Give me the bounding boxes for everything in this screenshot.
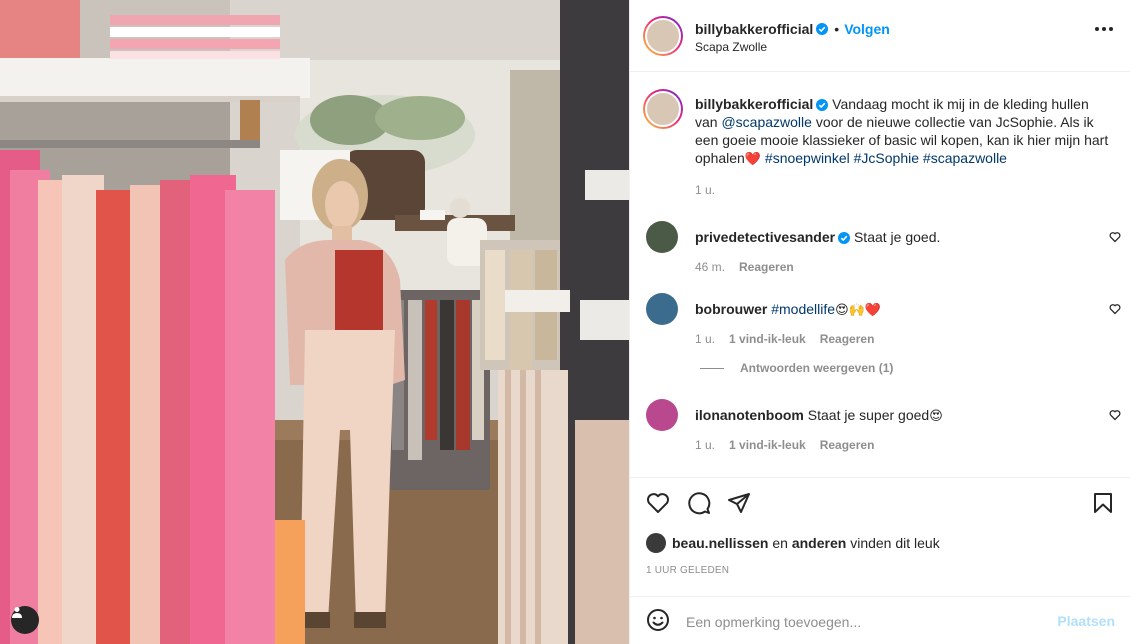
verified-badge-icon <box>816 23 829 35</box>
likes-suffix: vinden dit leuk <box>846 535 940 551</box>
likes-others-link[interactable]: anderen <box>792 535 846 551</box>
reply-button[interactable]: Reageren <box>820 438 875 452</box>
post-side-panel: billybakkerofficial • Volgen Scapa Zwoll… <box>629 0 1130 644</box>
heart-icon[interactable] <box>646 491 670 515</box>
bookmark-icon[interactable] <box>1091 491 1115 515</box>
comment-like-icon[interactable] <box>1109 303 1121 315</box>
replies-divider-line <box>700 367 724 369</box>
likes-connector: en <box>768 535 792 551</box>
verified-badge-icon <box>816 99 829 111</box>
comment-input[interactable] <box>686 611 1046 633</box>
comment-time[interactable]: 1 u. <box>695 438 715 452</box>
comment-body: Staat je goed. <box>853 229 941 245</box>
comment-body: Staat je super goed <box>807 407 930 423</box>
caption-text: billybakkerofficial Vandaag mocht ik mij… <box>695 95 1115 169</box>
store-photo-illustration <box>0 0 629 644</box>
commenter-avatar[interactable] <box>646 293 678 325</box>
comment-like-icon[interactable] <box>1109 409 1121 421</box>
separator-dot: • <box>834 21 840 37</box>
author-username[interactable]: billybakkerofficial <box>695 21 813 37</box>
hashtag-link[interactable]: #scapazwolle <box>923 150 1007 166</box>
caption-username[interactable]: billybakkerofficial <box>695 96 813 112</box>
follow-button[interactable]: Volgen <box>844 21 890 37</box>
view-replies-button[interactable]: Antwoorden weergeven (1) <box>700 361 893 375</box>
reply-button[interactable]: Reageren <box>739 260 794 274</box>
post-actions-bar <box>630 477 1130 529</box>
comment-likes-count[interactable]: 1 vind-ik-leuk <box>729 332 806 346</box>
hashtag-link[interactable]: #snoepwinkel <box>765 150 850 166</box>
reply-button[interactable]: Reageren <box>820 332 875 346</box>
comment-meta: 1 u. 1 vind-ik-leuk Reageren <box>695 332 874 346</box>
comment-text: ilonanotenboom Staat je super goed😍 <box>695 407 943 424</box>
post-header: billybakkerofficial • Volgen Scapa Zwoll… <box>630 0 1130 72</box>
comment-item: privedetectivesander Staat je goed. 46 m… <box>643 221 1123 281</box>
heart-emoji: ❤️ <box>744 152 762 167</box>
comment-meta: 46 m. Reageren <box>695 260 794 274</box>
post-comment-button[interactable]: Plaatsen <box>1057 613 1115 629</box>
hashtag-link[interactable]: #modellife <box>771 301 835 317</box>
comment-time[interactable]: 46 m. <box>695 260 725 274</box>
comment-likes-count[interactable]: 1 vind-ik-leuk <box>729 438 806 452</box>
instagram-post-modal: billybakkerofficial • Volgen Scapa Zwoll… <box>0 0 1130 644</box>
comment-text: privedetectivesander Staat je goed. <box>695 229 940 245</box>
likes-summary: beau.nellissen en anderen vinden dit leu… <box>646 533 940 553</box>
post-photo[interactable] <box>0 0 629 644</box>
comment-item: bobrouwer #modellife😍🙌❤️ 1 u. 1 vind-ik-… <box>643 293 1123 353</box>
comment-username[interactable]: privedetectivesander <box>695 229 835 245</box>
smiley-icon[interactable] <box>646 608 670 632</box>
comments-list[interactable]: billybakkerofficial Vandaag mocht ik mij… <box>630 73 1130 477</box>
mention-link[interactable]: @scapazwolle <box>721 114 811 130</box>
post-timestamp[interactable]: 1 UUR GELEDEN <box>646 565 729 576</box>
comment-meta: 1 u. 1 vind-ik-leuk Reageren <box>695 438 874 452</box>
view-replies-label: Antwoorden weergeven (1) <box>740 361 894 375</box>
liker-avatar[interactable] <box>646 533 666 553</box>
comment-time[interactable]: 1 u. <box>695 332 715 346</box>
commenter-avatar[interactable] <box>646 221 678 253</box>
comment-text: bobrouwer #modellife😍🙌❤️ <box>695 301 881 318</box>
author-avatar[interactable] <box>643 16 683 56</box>
comment-like-icon[interactable] <box>1109 231 1121 243</box>
comment-username[interactable]: bobrouwer <box>695 301 767 317</box>
comment-emojis: 😍🙌❤️ <box>835 303 881 318</box>
commenter-avatar[interactable] <box>646 399 678 431</box>
comment-bubble-icon[interactable] <box>687 491 711 515</box>
comment-username[interactable]: ilonanotenboom <box>695 407 804 423</box>
comment-emojis: 😍 <box>929 409 943 424</box>
add-comment-bar: Plaatsen <box>630 596 1130 644</box>
verified-badge-icon <box>838 232 851 244</box>
post-location[interactable]: Scapa Zwolle <box>695 40 767 54</box>
more-options-icon[interactable] <box>1095 27 1113 31</box>
user-tag-icon <box>12 607 22 618</box>
comment-item: ilonanotenboom Staat je super goed😍 1 u.… <box>643 399 1123 459</box>
caption-author-avatar[interactable] <box>643 89 683 129</box>
liker-username[interactable]: beau.nellissen <box>672 535 768 551</box>
hashtag-link[interactable]: #JcSophie <box>854 150 919 166</box>
user-tag-button[interactable] <box>11 606 39 634</box>
caption-time[interactable]: 1 u. <box>695 183 715 197</box>
caption-meta: 1 u. <box>695 183 715 197</box>
paper-plane-icon[interactable] <box>727 491 751 515</box>
